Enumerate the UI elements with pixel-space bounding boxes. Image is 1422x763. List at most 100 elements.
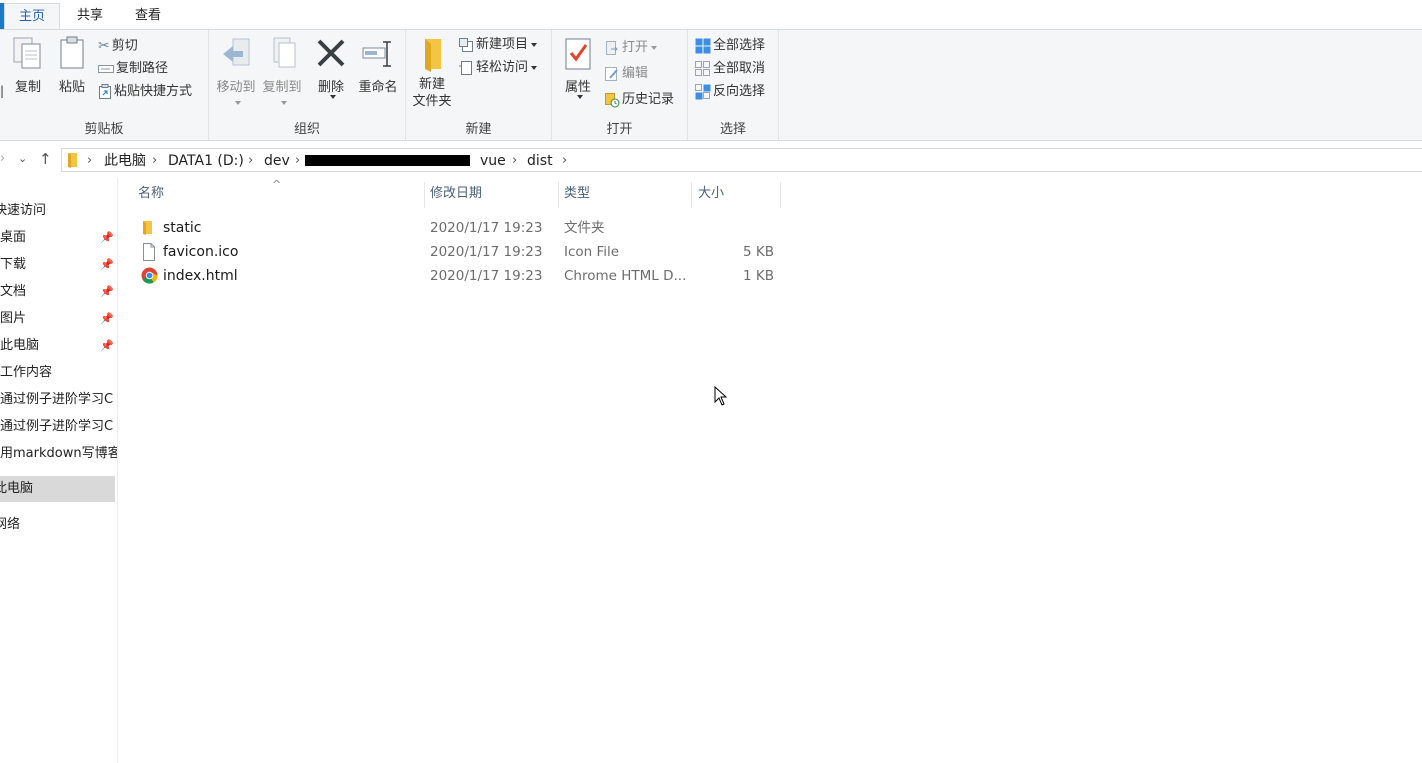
new-group: 新建 文件夹 新建项目 轻松访问 新建 — [406, 30, 552, 141]
breadcrumb-separator[interactable]: › — [248, 151, 253, 171]
breadcrumb-dist[interactable]: dist — [527, 151, 553, 171]
history-icon — [605, 92, 620, 107]
tab-share[interactable]: 共享 — [63, 3, 117, 30]
chevron-down-icon: ⌄ — [18, 152, 28, 165]
properties-button[interactable]: 属性 — [560, 36, 596, 100]
select-none-button[interactable]: 全部取消 — [695, 58, 765, 80]
file-name: static — [163, 220, 202, 236]
copy-path-icon — [98, 64, 114, 73]
tab-view-label: 查看 — [135, 8, 162, 23]
copy-to-button[interactable]: 复制到 — [259, 36, 305, 110]
forward-button[interactable]: › — [0, 147, 5, 171]
edit-button[interactable]: 编辑 — [604, 63, 648, 85]
easy-access-button[interactable]: 轻松访问 — [458, 57, 538, 79]
select-none-icon — [695, 60, 710, 76]
column-header-type[interactable]: 类型 — [562, 182, 690, 210]
move-to-button[interactable]: 移动到 — [213, 36, 259, 110]
tab-view[interactable]: 查看 — [121, 3, 175, 30]
sidebar-item-label: 桌面 — [0, 230, 27, 245]
file-row-static[interactable]: static 2020/1/17 19:23 文件夹 — [118, 216, 1422, 240]
sidebar-item-network[interactable]: 网络 — [0, 512, 117, 538]
sidebar-item-label: 此电脑 — [0, 338, 40, 353]
copy-to-label: 复制到 — [262, 80, 302, 95]
file-row-index-html[interactable]: index.html 2020/1/17 19:23 Chrome HTML D… — [118, 264, 1422, 288]
select-all-button[interactable]: 全部选择 — [695, 35, 765, 57]
select-group-label: 选择 — [719, 122, 746, 137]
sidebar-item-markdown-blog[interactable]: 用markdown写博客 — [0, 441, 117, 467]
column-divider[interactable] — [558, 182, 559, 208]
sidebar-item-documents[interactable]: 文档 📌 — [0, 279, 117, 305]
breadcrumb-dev[interactable]: dev — [264, 151, 290, 171]
copy-button[interactable]: 复制 — [10, 36, 46, 95]
sidebar-item-learn-c-1[interactable]: 通过例子进阶学习C — [0, 387, 117, 413]
breadcrumb-data1-drive[interactable]: DATA1 (D:) — [168, 151, 244, 171]
new-folder-button[interactable]: 新建 文件夹 — [410, 36, 454, 110]
copy-to-dropdown-icon — [280, 100, 287, 105]
copy-path-button[interactable]: 复制路径 — [98, 58, 168, 80]
sidebar-item-pictures[interactable]: 图片 📌 — [0, 306, 117, 332]
sidebar-item-downloads[interactable]: 下载 📌 — [0, 252, 117, 278]
sidebar-item-learn-c-2[interactable]: 通过例子进阶学习C — [0, 414, 117, 440]
open-dropdown-icon — [651, 45, 658, 50]
move-to-label: 移动到 — [216, 80, 256, 95]
ribbon: | 复制 粘贴 ✂ 剪切 复制路径 粘贴快捷方式 剪贴板 移动到 复制到 删除 … — [0, 29, 1422, 141]
file-size — [694, 216, 774, 240]
clipboard-group: | 复制 粘贴 ✂ 剪切 复制路径 粘贴快捷方式 剪贴板 — [0, 30, 209, 141]
breadcrumb-separator[interactable]: › — [562, 151, 567, 171]
address-bar[interactable]: › 此电脑 › DATA1 (D:) › dev › vue › dist › — [61, 148, 1422, 172]
rename-button[interactable]: 重命名 — [355, 36, 401, 95]
tab-home-label: 主页 — [19, 9, 46, 24]
column-divider[interactable] — [424, 182, 425, 208]
column-header-name[interactable]: 名称 — [136, 182, 423, 210]
new-item-label: 新建项目 — [476, 37, 529, 52]
sidebar-item-label: 通过例子进阶学习C — [0, 392, 114, 407]
edit-label: 编辑 — [622, 66, 649, 81]
forward-arrow-icon: › — [0, 151, 6, 166]
up-button[interactable]: ↑ — [39, 147, 52, 171]
sidebar-item-this-pc[interactable]: 此电脑 — [0, 476, 115, 502]
clipboard-group-label: 剪贴板 — [84, 122, 124, 137]
file-icon — [143, 243, 155, 261]
invert-selection-label: 反向选择 — [713, 84, 766, 99]
sidebar-item-desktop[interactable]: 桌面 📌 — [0, 225, 117, 251]
open-button[interactable]: 打开 — [604, 37, 658, 59]
pin-icon: 📌 — [100, 312, 114, 325]
redacted-path-segment — [305, 155, 470, 166]
invert-selection-button[interactable]: 反向选择 — [695, 81, 765, 103]
delete-dropdown-icon — [329, 95, 336, 99]
pin-icon: 📌 — [100, 258, 114, 271]
column-divider[interactable] — [691, 182, 692, 208]
paste-shortcut-button[interactable]: 粘贴快捷方式 — [98, 81, 192, 103]
delete-button[interactable]: 删除 — [313, 36, 349, 100]
recent-locations-button[interactable]: ⌄ — [18, 147, 27, 171]
new-item-button[interactable]: 新建项目 — [458, 34, 538, 56]
sidebar-item-quick-access[interactable]: 快速访问 — [0, 198, 117, 224]
breadcrumb-separator[interactable]: › — [87, 151, 92, 171]
history-label: 历史记录 — [622, 92, 675, 107]
pin-quick-access-fragment[interactable]: | — [0, 84, 4, 98]
cut-button[interactable]: ✂ 剪切 — [98, 35, 138, 57]
new-folder-label-1: 新建 — [418, 77, 445, 92]
sidebar-item-label: 此电脑 — [0, 481, 34, 496]
column-header-size[interactable]: 大小 — [696, 182, 780, 210]
file-size: 5 KB — [743, 244, 774, 260]
edit-icon — [605, 66, 618, 81]
tab-home[interactable]: 主页 — [4, 3, 61, 30]
breadcrumb-separator[interactable]: › — [295, 151, 300, 171]
file-row-favicon[interactable]: favicon.ico 2020/1/17 19:23 Icon File 5 … — [118, 240, 1422, 264]
column-header-name-label: 名称 — [138, 186, 165, 201]
breadcrumb-separator[interactable]: › — [512, 151, 517, 171]
paste-button[interactable]: 粘贴 — [54, 36, 90, 95]
tab-share-label: 共享 — [77, 8, 104, 23]
breadcrumb-this-pc[interactable]: 此电脑 — [104, 151, 146, 171]
sidebar-item-work[interactable]: 工作内容 — [0, 360, 117, 386]
breadcrumb-separator[interactable]: › — [152, 151, 157, 171]
history-button[interactable]: 历史记录 — [604, 89, 674, 111]
column-header-modified[interactable]: 修改日期 — [428, 182, 556, 210]
sidebar-item-this-pc-pinned[interactable]: 此电脑 📌 — [0, 333, 117, 359]
column-divider[interactable] — [780, 182, 781, 208]
folder-icon — [143, 221, 152, 235]
breadcrumb-vue[interactable]: vue — [480, 151, 506, 171]
copy-label: 复制 — [14, 80, 41, 95]
select-all-icon — [695, 38, 711, 53]
